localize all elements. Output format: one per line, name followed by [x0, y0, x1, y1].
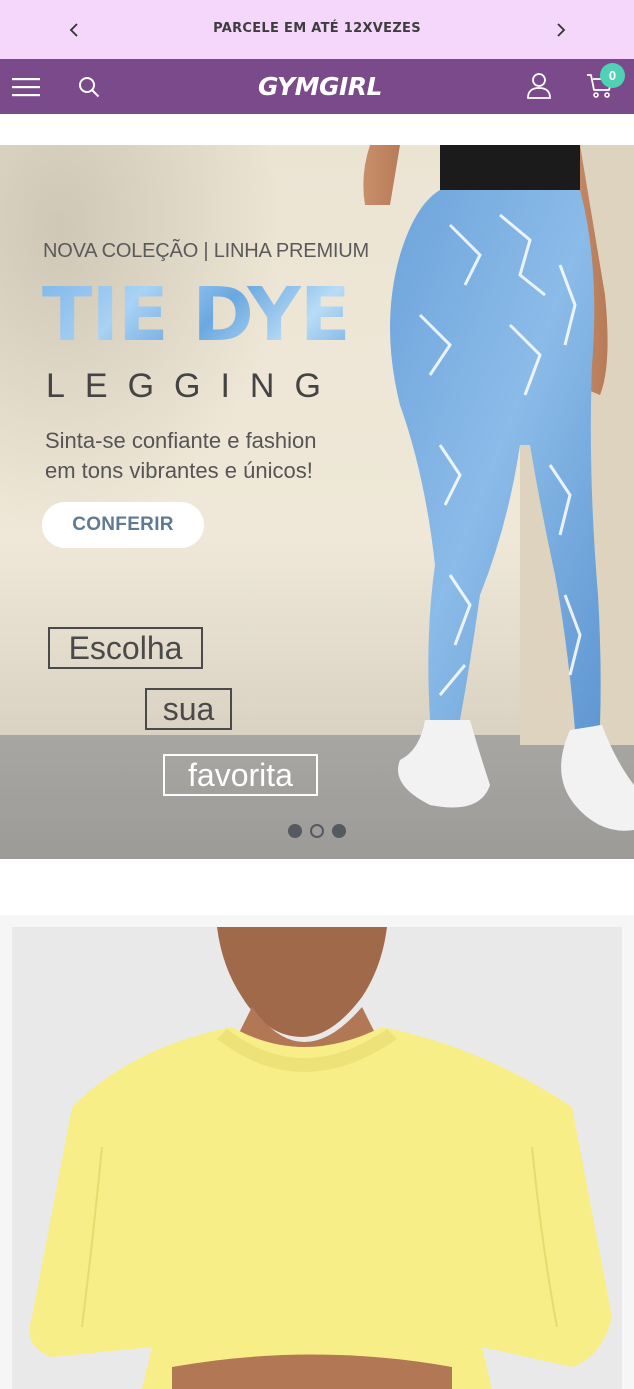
site-header: GYMGIRL — [0, 59, 634, 114]
product-section — [0, 915, 634, 1389]
logo-text: GYMGIRL — [258, 71, 383, 101]
legging-model-image — [363, 145, 634, 831]
hero-banner[interactable]: NOVA COLEÇÃO | LINHA PREMIUM TIE DYE LEG… — [0, 145, 634, 859]
account-button[interactable] — [522, 69, 556, 103]
cart-count-badge[interactable]: 0 — [600, 63, 625, 88]
search-button[interactable] — [72, 70, 106, 104]
announcement-text: PARCELE EM ATÉ 12XVEZES — [213, 21, 421, 36]
announcement-next-button[interactable] — [547, 16, 575, 44]
hero-product-word: LEGGING — [46, 367, 341, 405]
carousel-dot-3[interactable] — [332, 824, 346, 838]
user-icon — [527, 73, 551, 99]
menu-button[interactable] — [8, 70, 44, 104]
carousel-dots — [288, 824, 346, 838]
announcement-bar: PARCELE EM ATÉ 12XVEZES — [0, 0, 634, 59]
hero-boxed-word-2: sua — [145, 688, 232, 730]
product-card[interactable] — [12, 927, 622, 1389]
site-logo[interactable]: GYMGIRL — [258, 69, 383, 103]
hero-tagline-line-2: em tons vibrantes e únicos! — [45, 458, 313, 483]
carousel-dot-2[interactable] — [310, 824, 324, 838]
hero-subtitle: NOVA COLEÇÃO | LINHA PREMIUM — [43, 240, 369, 262]
hero-headline: TIE DYE — [42, 272, 350, 358]
product-image — [12, 927, 622, 1389]
hamburger-menu-icon — [12, 78, 40, 97]
search-icon — [79, 77, 100, 98]
chevron-right-icon — [557, 23, 566, 37]
hero-tagline: Sinta-se confiante e fashion em tons vib… — [45, 426, 375, 486]
hero-cta-button[interactable]: CONFERIR — [42, 502, 204, 548]
hero-boxed-word-3: favorita — [163, 754, 318, 796]
carousel-dot-1[interactable] — [288, 824, 302, 838]
hero-boxed-word-1: Escolha — [48, 627, 203, 669]
hero-tagline-line-1: Sinta-se confiante e fashion — [45, 428, 317, 453]
